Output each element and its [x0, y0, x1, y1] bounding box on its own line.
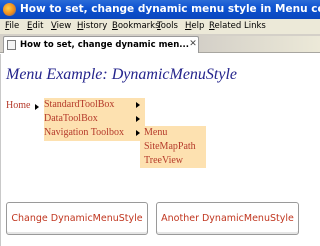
menu-file[interactable]: File: [5, 21, 19, 31]
menu-bar: File Edit View History Bookmarks Tools H…: [0, 19, 320, 34]
another-style-button[interactable]: Another DynamicMenuStyle: [156, 202, 299, 235]
tab-label: How to set, change dynamic men...: [20, 40, 189, 50]
menu-view[interactable]: View: [51, 21, 71, 31]
menu-related-links[interactable]: Related Links: [209, 21, 266, 31]
expand-arrow-icon: [136, 116, 140, 122]
menu-history[interactable]: History: [77, 21, 107, 31]
window-titlebar: How to set, change dynamic menu style in…: [0, 0, 320, 19]
window-title: How to set, change dynamic menu style in…: [20, 3, 320, 15]
menu-item-label: Menu: [144, 127, 168, 138]
menu-tools[interactable]: Tools: [157, 21, 178, 31]
browser-tab[interactable]: How to set, change dynamic men... ✕: [3, 36, 199, 53]
expand-arrow-icon: [35, 104, 39, 110]
menu-item-menu[interactable]: Menu: [140, 126, 206, 140]
dynamic-submenu-level1: StandardToolBox DataToolBox Navigation T…: [44, 98, 145, 141]
menu-help[interactable]: Help: [185, 21, 204, 31]
tab-bar: How to set, change dynamic men... ✕: [0, 34, 320, 53]
menu-item-label: Navigation Toolbox: [44, 127, 124, 138]
expand-arrow-icon: [136, 102, 140, 108]
change-style-button[interactable]: Change DynamicMenuStyle: [6, 202, 148, 235]
menu-item-treeview[interactable]: TreeView: [140, 154, 206, 168]
menu-item-datatoolbox[interactable]: DataToolBox: [44, 112, 145, 126]
dynamic-submenu-level2: Menu SiteMapPath TreeView: [140, 126, 206, 168]
menu-bookmarks[interactable]: Bookmarks: [112, 21, 160, 31]
window-border: [0, 54, 1, 246]
menu-item-sitemappath[interactable]: SiteMapPath: [140, 140, 206, 154]
menu-item-navigation-toolbox[interactable]: Navigation Toolbox: [44, 126, 145, 140]
menu-item-label: DataToolBox: [44, 113, 98, 124]
menu-item-label: StandardToolBox: [44, 99, 115, 110]
menu-item-label: SiteMapPath: [144, 141, 196, 152]
close-tab-icon[interactable]: ✕: [188, 39, 198, 50]
menu-item-standardtoolbox[interactable]: StandardToolBox: [44, 98, 145, 112]
menu-item-label: TreeView: [144, 155, 184, 166]
menu-edit[interactable]: Edit: [27, 21, 43, 31]
menu-item-home[interactable]: Home: [6, 100, 30, 111]
page-content: Menu Example: DynamicMenuStyle Home Stan…: [0, 54, 320, 246]
page-icon: [7, 40, 16, 50]
page-title: Menu Example: DynamicMenuStyle: [6, 66, 238, 83]
firefox-icon: [3, 3, 16, 16]
tab-strip-fill: [200, 36, 320, 52]
